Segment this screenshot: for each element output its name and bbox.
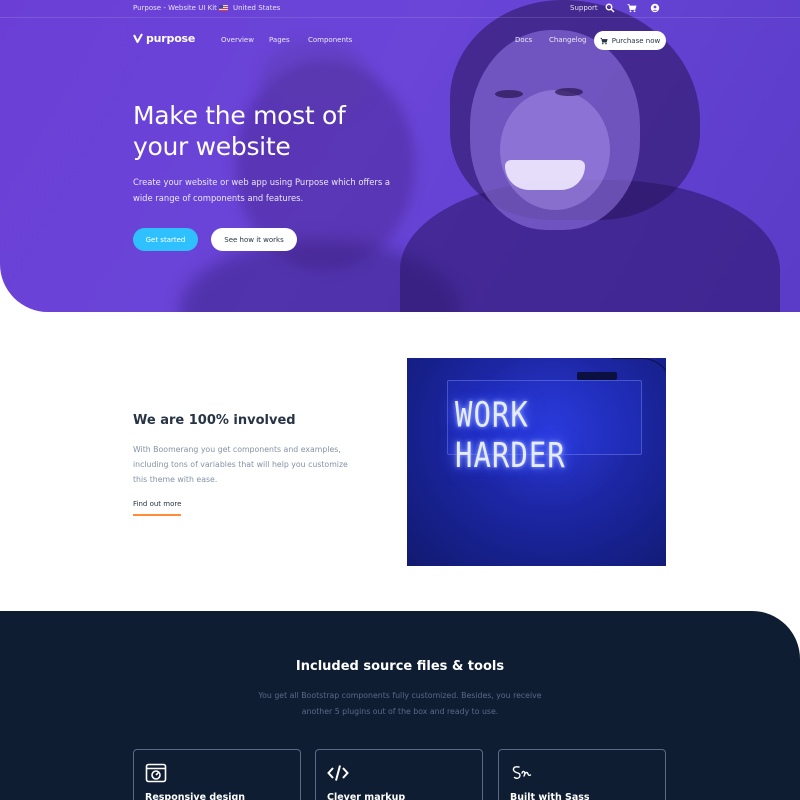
cart-icon[interactable] (627, 3, 637, 13)
feature-card-responsive[interactable]: Responsive design (133, 749, 301, 800)
feature-card-label: Responsive design (145, 792, 246, 800)
brand-kit-link[interactable]: Purpose - Website UI Kit (133, 4, 217, 12)
code-icon (327, 765, 349, 781)
nav-overview[interactable]: Overview (221, 36, 254, 44)
tools-description: You get all Bootstrap components fully c… (258, 691, 542, 716)
hero-title-line2: your website (133, 132, 291, 161)
logo-wordmark: purpose (146, 32, 196, 45)
neon-transformer (577, 372, 617, 380)
hero-title-line1: Make the most of (133, 101, 346, 130)
feature-card-markup[interactable]: Clever markup (315, 749, 483, 800)
browser-gauge-icon (145, 763, 167, 783)
nav-components[interactable]: Components (308, 36, 352, 44)
involved-description: With Boomerang you get components and ex… (133, 445, 348, 484)
nav-changelog[interactable]: Changelog (549, 36, 586, 44)
nav-docs[interactable]: Docs (515, 36, 532, 44)
purchase-now-button[interactable]: Purchase now (594, 31, 666, 50)
feature-card-label: Built with Sass (510, 792, 590, 800)
get-started-button[interactable]: Get started (133, 228, 198, 251)
hero-section: Purpose - Website UI Kit United States S… (0, 0, 800, 312)
sass-icon (512, 766, 532, 780)
neon-sign-text: WORK HARDER (455, 394, 566, 476)
search-icon[interactable] (605, 3, 615, 13)
feature-card-sass[interactable]: Built with Sass (498, 749, 666, 800)
tools-title: Included source files & tools (295, 659, 505, 674)
nav-pages[interactable]: Pages (269, 36, 290, 44)
user-icon[interactable] (650, 3, 660, 13)
purpose-logo[interactable]: purpose (133, 32, 195, 45)
country-selector[interactable]: United States (233, 4, 280, 12)
feature-card-label: Clever markup (327, 792, 406, 800)
purpose-logo-icon (133, 33, 143, 43)
find-out-more-link[interactable]: Find out more (133, 500, 182, 516)
main-navbar: purpose Overview Pages Components Docs C… (0, 22, 800, 58)
hero-title: Make the most of your website (133, 100, 453, 162)
support-link[interactable]: Support (570, 4, 598, 12)
involved-title: We are 100% involved (133, 413, 296, 428)
cart-icon (600, 37, 608, 44)
purchase-now-label: Purchase now (611, 36, 661, 45)
neon-sign-image: WORK HARDER (407, 358, 666, 566)
see-how-it-works-button[interactable]: See how it works (211, 228, 297, 251)
hero-lead-text: Create your website or web app using Pur… (133, 177, 390, 203)
top-utility-bar: Purpose - Website UI Kit United States S… (0, 0, 800, 18)
us-flag-icon (219, 5, 228, 11)
